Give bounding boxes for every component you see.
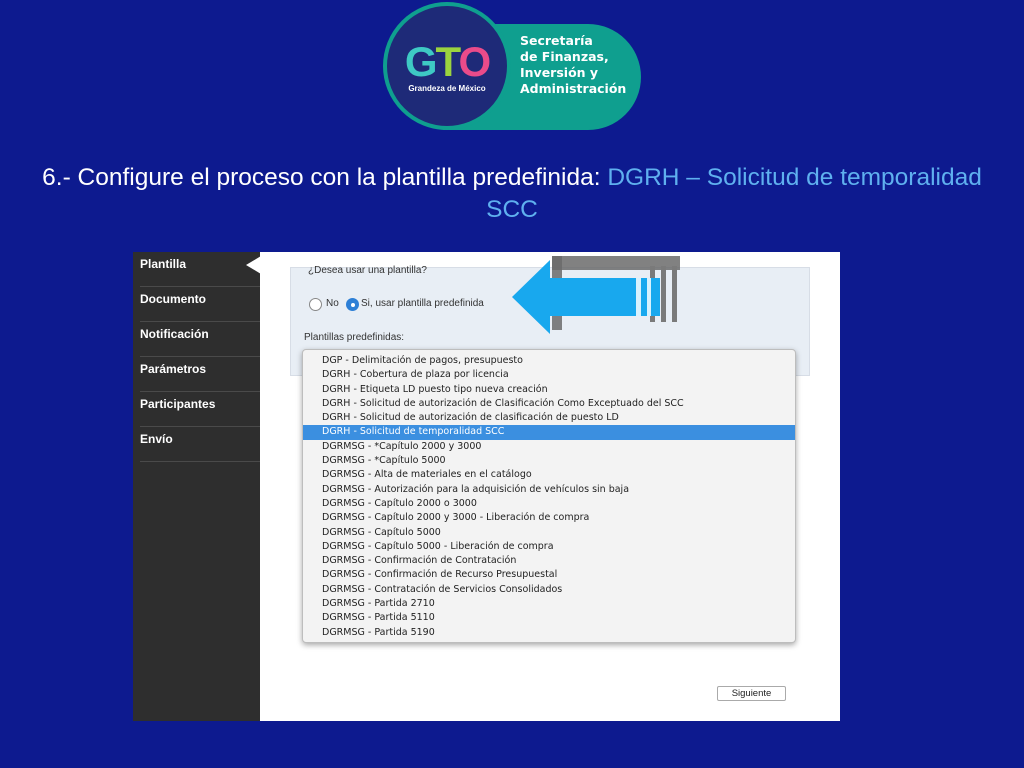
sidebar-item-label: Notificación <box>140 327 209 341</box>
department-line: Administración <box>520 81 627 96</box>
next-button[interactable]: Siguiente <box>717 686 786 701</box>
sidebar: Plantilla Documento Notificación Parámet… <box>133 252 261 721</box>
sidebar-item-label: Plantilla <box>140 257 187 271</box>
department-line: de Finanzas, <box>520 49 609 64</box>
dropdown-option[interactable]: DGRMSG - *Capítulo 5000 <box>303 454 795 468</box>
dropdown-option[interactable]: DGRH - Solicitud de autorización de clas… <box>303 411 795 425</box>
dropdown-option-selected[interactable]: DGRH - Solicitud de temporalidad SCC <box>303 425 795 440</box>
sidebar-item-label: Parámetros <box>140 362 207 376</box>
dropdown-option[interactable]: DGRMSG - Partida 5190 <box>303 626 795 640</box>
sidebar-item-label: Envío <box>140 432 173 446</box>
sidebar-item-envio[interactable]: Envío <box>140 427 260 462</box>
radio-yes-label: Si, usar plantilla predefinida <box>361 298 484 309</box>
slide-title: 6.- Configure el proceso con la plantill… <box>40 162 984 226</box>
dropdown-option[interactable]: DGRMSG - Confirmación de Contratación <box>303 554 795 568</box>
logo-brand: GTO <box>404 38 491 85</box>
logo-tagline: Grandeza de México <box>408 84 486 93</box>
callout-arrow-icon <box>512 256 680 334</box>
dropdown-option[interactable]: DGRMSG - Capítulo 5000 - Liberación de c… <box>303 540 795 554</box>
dropdown-option[interactable]: DGRMSG - Capítulo 2000 y 3000 - Liberaci… <box>303 511 795 525</box>
department-line: Inversión y <box>520 65 599 80</box>
radio-yes[interactable] <box>346 298 359 311</box>
sidebar-item-plantilla[interactable]: Plantilla <box>140 252 261 287</box>
app-screenshot: Plantilla Documento Notificación Parámet… <box>133 252 840 721</box>
radio-no[interactable] <box>309 298 322 311</box>
dropdown-option[interactable]: DGP - Delimitación de pagos, presupuesto <box>303 354 795 368</box>
dropdown-option[interactable]: DGRMSG - Capítulo 2000 o 3000 <box>303 497 795 511</box>
sidebar-item-parametros[interactable]: Parámetros <box>140 357 260 392</box>
sidebar-item-label: Participantes <box>140 397 216 411</box>
template-dropdown-list[interactable]: DGP - Delimitación de pagos, presupuesto… <box>302 349 796 643</box>
dropdown-option[interactable]: DGRH - Etiqueta LD puesto tipo nueva cre… <box>303 383 795 397</box>
dropdown-option[interactable]: DGRMSG - Partida 5110 <box>303 611 795 625</box>
department-line: Secretaría <box>520 33 593 48</box>
sidebar-item-label: Documento <box>140 292 206 306</box>
dropdown-option[interactable]: DGRMSG - Confirmación de Recurso Presupu… <box>303 568 795 582</box>
template-question: ¿Desea usar una plantilla? <box>308 265 427 276</box>
dropdown-option[interactable]: DGRMSG - Partida 2710 <box>303 597 795 611</box>
radio-no-label: No <box>326 298 339 309</box>
gto-logo: GTO Grandeza de México Secretaría de Fin… <box>383 2 641 130</box>
title-prefix: 6.- Configure el proceso con la plantill… <box>42 164 601 191</box>
dropdown-option[interactable]: DGRMSG - Capítulo 5000 <box>303 526 795 540</box>
dropdown-option[interactable]: DGRMSG - Alta de materiales en el catálo… <box>303 468 795 482</box>
dropdown-option[interactable]: DGRH - Cobertura de plaza por licencia <box>303 368 795 382</box>
dropdown-option[interactable]: DGRMSG - *Capítulo 2000 y 3000 <box>303 440 795 454</box>
dropdown-option[interactable]: DGRH - Solicitud de autorización de Clas… <box>303 397 795 411</box>
sidebar-item-participantes[interactable]: Participantes <box>140 392 260 427</box>
dropdown-option[interactable]: DGRMSG - Contratación de Servicios Conso… <box>303 583 795 597</box>
dropdown-option[interactable]: DGRMSG - Autorización para la adquisició… <box>303 483 795 497</box>
templates-label: Plantillas predefinidas: <box>304 332 405 343</box>
sidebar-item-documento[interactable]: Documento <box>140 287 260 322</box>
logo-department: Secretaría de Finanzas, Inversión y Admi… <box>520 33 640 97</box>
sidebar-item-notificacion[interactable]: Notificación <box>140 322 260 357</box>
